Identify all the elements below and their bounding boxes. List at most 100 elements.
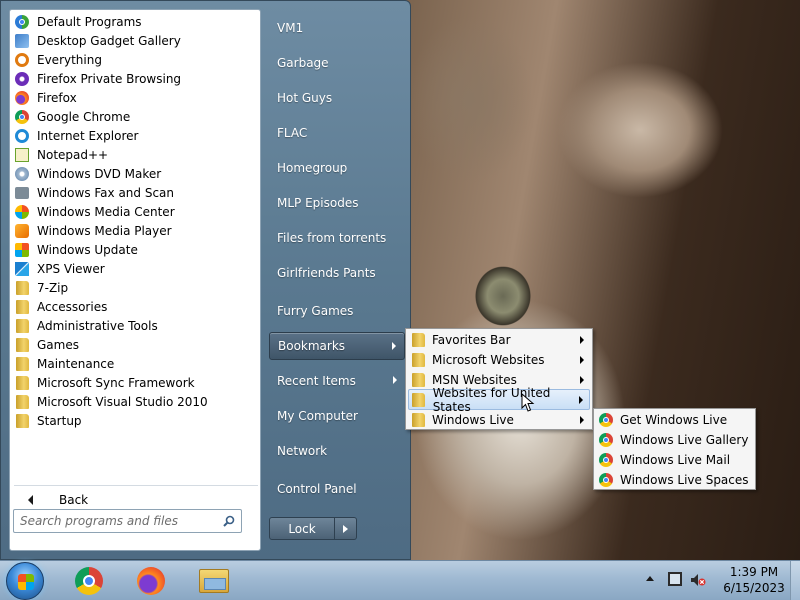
start-link-vm1[interactable]: VM1 (269, 14, 405, 42)
folder-accessories[interactable]: Accessories (12, 297, 258, 316)
program-windows-media-player[interactable]: Windows Media Player (12, 221, 258, 240)
folder-icon (410, 412, 426, 428)
program-google-chrome[interactable]: Google Chrome (12, 107, 258, 126)
program-desktop-gadget-gallery[interactable]: Desktop Gadget Gallery (12, 31, 258, 50)
start-menu: Default Programs Desktop Gadget Gallery … (0, 0, 411, 560)
fax-scan-icon (14, 185, 30, 201)
search-input[interactable] (14, 510, 214, 532)
start-link-hot-guys[interactable]: Hot Guys (269, 84, 405, 112)
folder-icon (14, 299, 30, 315)
show-hidden-icons-icon[interactable] (646, 576, 654, 581)
chevron-right-icon (580, 356, 584, 364)
program-everything[interactable]: Everything (12, 50, 258, 69)
folder-icon (14, 280, 30, 296)
volume-muted-icon[interactable] (690, 573, 706, 587)
default-programs-icon (14, 14, 30, 30)
chrome-icon (75, 567, 103, 595)
folder-microsoft-visual-studio-2010[interactable]: Microsoft Visual Studio 2010 (12, 392, 258, 411)
start-link-label: My Computer (277, 409, 358, 423)
program-internet-explorer[interactable]: Internet Explorer (12, 126, 258, 145)
programs-pane: Default Programs Desktop Gadget Gallery … (9, 9, 261, 551)
xps-viewer-icon (14, 261, 30, 277)
folder-microsoft-sync-framework[interactable]: Microsoft Sync Framework (12, 373, 258, 392)
start-link-mlp-episodes[interactable]: MLP Episodes (269, 189, 405, 217)
taskbar-chrome-button[interactable] (63, 564, 115, 598)
folder-icon (410, 372, 426, 388)
program-firefox-private-browsing[interactable]: Firefox Private Browsing (12, 69, 258, 88)
start-link-label: Recent Items (277, 374, 356, 388)
start-link-my-computer[interactable]: My Computer (269, 402, 405, 430)
firefox-private-icon (14, 71, 30, 87)
start-link-homegroup[interactable]: Homegroup (269, 154, 405, 182)
folder-icon (14, 394, 30, 410)
taskbar-explorer-button[interactable] (188, 564, 240, 598)
bookmark-folder-label: Windows Live (432, 413, 514, 427)
bookmark-folder-websites-for-united-states[interactable]: Websites for United States (408, 386, 590, 414)
start-link-bookmarks[interactable]: Bookmarks (269, 332, 405, 360)
start-link-files-from-torrents[interactable]: Files from torrents (269, 224, 405, 252)
back-button[interactable]: Back (14, 490, 258, 510)
network-icon[interactable] (668, 572, 682, 586)
program-xps-viewer[interactable]: XPS Viewer (12, 259, 258, 278)
bookmark-folder-windows-live[interactable]: Windows Live (408, 410, 590, 430)
bookmark-folder-label: Microsoft Websites (432, 353, 545, 367)
start-link-recent-items[interactable]: Recent Items (269, 367, 405, 395)
bookmark-windows-live-mail[interactable]: Windows Live Mail (596, 450, 753, 470)
programs-separator (14, 485, 258, 486)
chevron-right-icon (393, 376, 397, 384)
folder-administrative-tools[interactable]: Administrative Tools (12, 316, 258, 335)
windows-logo-icon (18, 574, 34, 590)
dvd-maker-icon (14, 166, 30, 182)
windows-update-icon (14, 242, 30, 258)
bookmark-folder-microsoft-websites[interactable]: Microsoft Websites (408, 350, 590, 370)
windows-live-flyout: Get Windows Live Windows Live Gallery Wi… (593, 408, 756, 490)
start-button[interactable] (6, 562, 44, 600)
bookmark-windows-live-spaces[interactable]: Windows Live Spaces (596, 470, 753, 490)
start-link-label: Girlfriends Pants (277, 266, 376, 280)
chevron-right-icon (580, 336, 584, 344)
start-link-furry-games[interactable]: Furry Games (269, 297, 405, 325)
shutdown-options-button[interactable] (335, 517, 357, 540)
internet-explorer-icon (14, 128, 30, 144)
folder-maintenance[interactable]: Maintenance (12, 354, 258, 373)
bookmark-label: Get Windows Live (620, 413, 728, 427)
folder-startup[interactable]: Startup (12, 411, 258, 430)
program-windows-update[interactable]: Windows Update (12, 240, 258, 259)
mouse-cursor-icon (521, 393, 535, 412)
clock[interactable]: 1:39 PM 6/15/2023 (716, 564, 792, 598)
start-link-label: FLAC (277, 126, 308, 140)
back-label: Back (59, 493, 89, 507)
start-link-label: VM1 (277, 21, 304, 35)
folder-7-zip[interactable]: 7-Zip (12, 278, 258, 297)
folder-games[interactable]: Games (12, 335, 258, 354)
start-link-garbage[interactable]: Garbage (269, 49, 405, 77)
program-windows-fax-and-scan[interactable]: Windows Fax and Scan (12, 183, 258, 202)
program-notepad-plus-plus[interactable]: Notepad++ (12, 145, 258, 164)
start-link-control-panel[interactable]: Control Panel (269, 475, 405, 503)
start-link-flac[interactable]: FLAC (269, 119, 405, 147)
lock-button[interactable]: Lock (269, 517, 335, 540)
start-link-girlfriends-pants[interactable]: Girlfriends Pants (269, 259, 405, 287)
start-link-network[interactable]: Network (269, 437, 405, 465)
bookmarks-flyout: Favorites Bar Microsoft Websites MSN Web… (405, 328, 593, 430)
firefox-icon (137, 567, 165, 595)
back-arrow-icon (28, 495, 33, 505)
bookmark-windows-live-gallery[interactable]: Windows Live Gallery (596, 430, 753, 450)
program-default-programs[interactable]: Default Programs (12, 12, 258, 31)
bookmark-label: Windows Live Spaces (620, 473, 749, 487)
program-windows-media-center[interactable]: Windows Media Center (12, 202, 258, 221)
folder-icon (14, 318, 30, 334)
search-icon[interactable] (223, 515, 235, 527)
start-link-label: Control Panel (277, 482, 357, 496)
program-windows-dvd-maker[interactable]: Windows DVD Maker (12, 164, 258, 183)
taskbar-firefox-button[interactable] (125, 564, 177, 598)
program-firefox[interactable]: Firefox (12, 88, 258, 107)
chrome-icon (14, 109, 30, 125)
bookmark-folder-favorites-bar[interactable]: Favorites Bar (408, 330, 590, 350)
start-link-label: MLP Episodes (277, 196, 359, 210)
bookmark-get-windows-live[interactable]: Get Windows Live (596, 410, 753, 430)
chrome-icon (598, 412, 614, 428)
bookmark-folder-label: Favorites Bar (432, 333, 511, 347)
start-link-label: Bookmarks (278, 339, 346, 353)
show-desktop-button[interactable] (790, 561, 800, 600)
